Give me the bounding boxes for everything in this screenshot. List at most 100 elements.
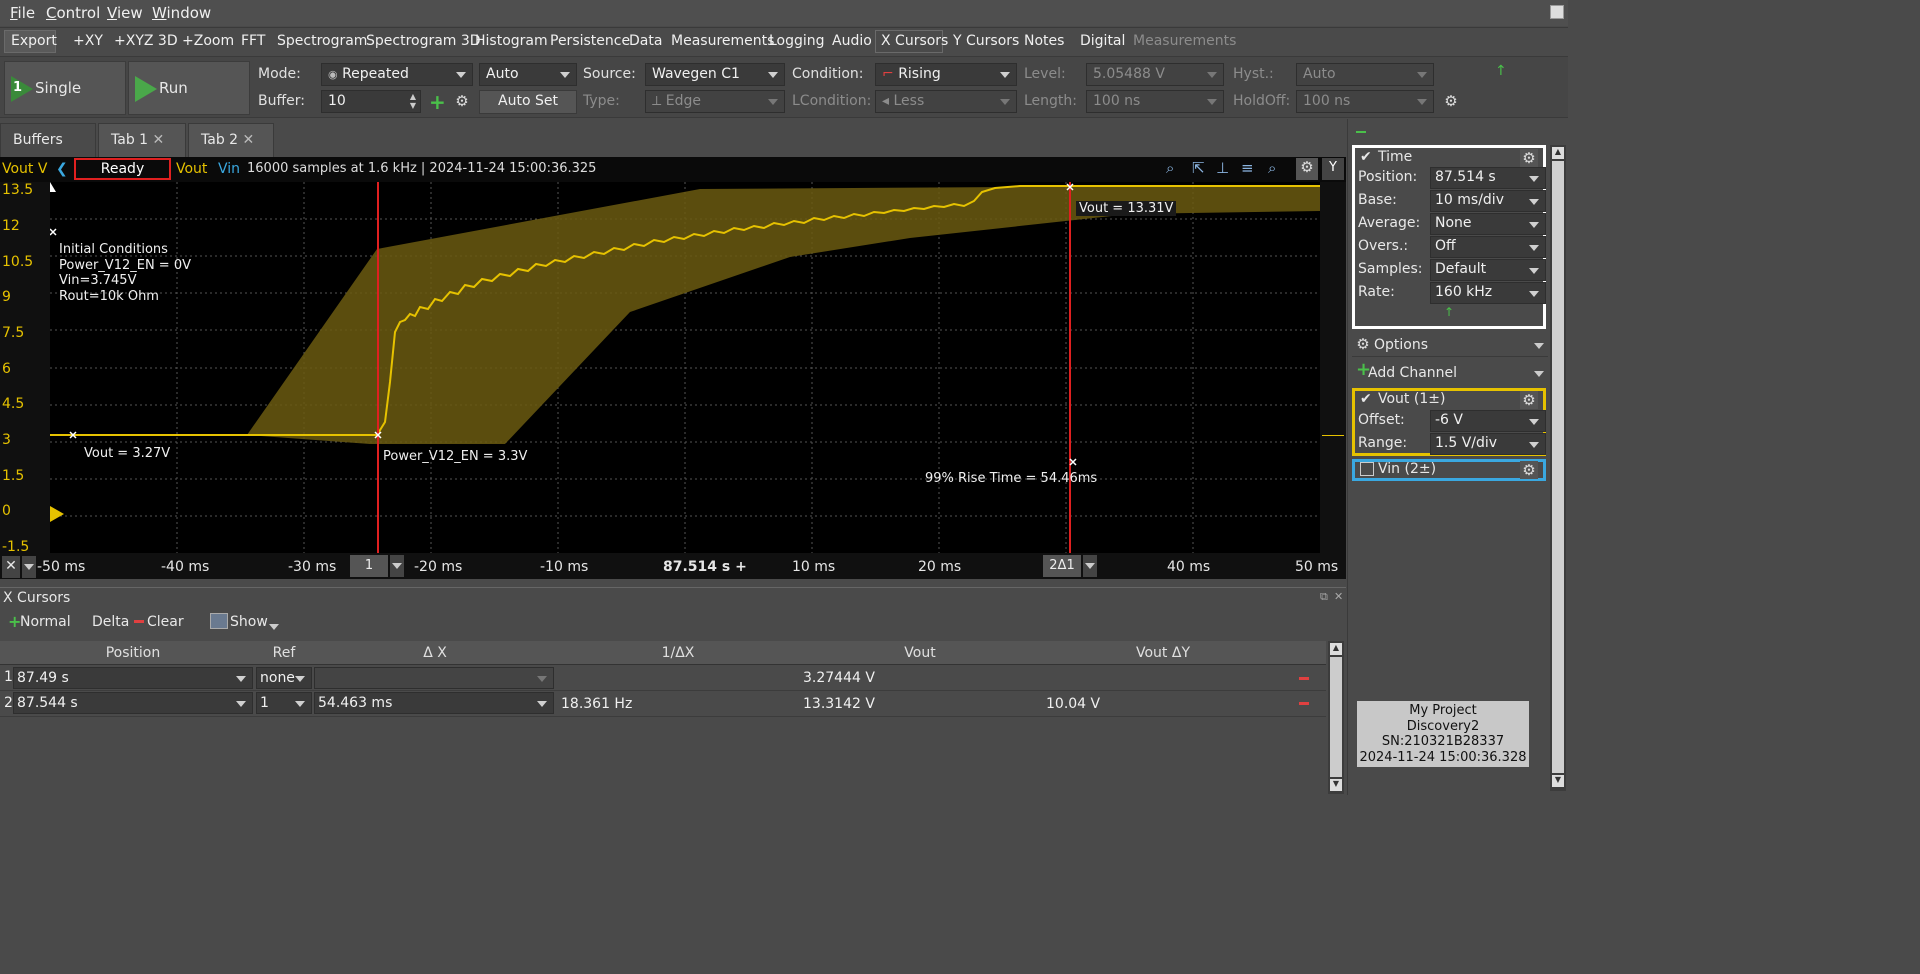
tab-1-close-icon[interactable]: ✕ bbox=[153, 132, 165, 148]
inst-persistence[interactable]: Persistence bbox=[550, 33, 630, 49]
time-samples-select[interactable]: Default bbox=[1430, 259, 1546, 281]
x-axis-close-icon[interactable]: ✕ bbox=[2, 556, 20, 578]
collapse-arrow-icon[interactable]: ↑ bbox=[1495, 63, 1507, 79]
scroll-up-icon[interactable]: ▲ bbox=[1330, 643, 1342, 655]
tab-2-close-icon[interactable]: ✕ bbox=[243, 132, 255, 148]
inst-y-cursors[interactable]: Y Cursors bbox=[953, 33, 1019, 49]
row-1-delta-x-input[interactable] bbox=[314, 667, 554, 689]
cursor-1-dropdown[interactable] bbox=[390, 555, 404, 577]
vout-gear-icon[interactable]: ⚙ bbox=[1520, 391, 1538, 409]
run-button[interactable]: Run bbox=[128, 61, 250, 115]
menu-window[interactable]: Window bbox=[152, 4, 211, 22]
row-1-remove-icon[interactable] bbox=[1299, 677, 1309, 680]
lines-tool-icon[interactable]: ≡ bbox=[1241, 159, 1254, 177]
show-dropdown-arrow-icon[interactable] bbox=[269, 624, 279, 630]
time-position-input[interactable]: 87.514 s bbox=[1430, 167, 1546, 189]
collapse-left-icon[interactable]: ❮ bbox=[56, 161, 68, 177]
vout-offset-marker-icon[interactable] bbox=[50, 506, 64, 522]
row-2-delta-x-input[interactable]: 54.463 ms bbox=[314, 692, 554, 714]
inst-spectrogram[interactable]: Spectrogram bbox=[277, 33, 367, 49]
menu-view[interactable]: View bbox=[107, 4, 143, 22]
inst-x-cursors[interactable]: X Cursors bbox=[881, 33, 948, 49]
panel-scroll-thumb[interactable] bbox=[1552, 161, 1564, 773]
x-axis-menu-button[interactable] bbox=[22, 556, 36, 578]
tab-1[interactable]: Tab 1 ✕ bbox=[98, 123, 186, 157]
zoom-icon[interactable]: ⌕ bbox=[1268, 159, 1276, 177]
source-select[interactable]: Wavegen C1 bbox=[645, 63, 785, 86]
table-scrollbar[interactable]: ▲ ▼ bbox=[1328, 641, 1344, 794]
x-tick-center[interactable]: 87.514 s + bbox=[663, 559, 747, 575]
align-tool-icon[interactable]: ⊥ bbox=[1216, 159, 1229, 177]
lcondition-select[interactable]: ◂ Less bbox=[875, 90, 1017, 113]
add-buffer-icon[interactable]: + bbox=[429, 90, 446, 114]
buffer-settings-gear-icon[interactable]: ⚙ bbox=[453, 92, 471, 110]
vin-checkbox[interactable] bbox=[1360, 462, 1374, 476]
inst-spectrogram-3d[interactable]: Spectrogram 3D bbox=[366, 33, 481, 49]
inst-xyz3d[interactable]: +XYZ 3D bbox=[114, 33, 178, 49]
vout-check-icon[interactable]: ✔ bbox=[1360, 391, 1372, 407]
row-1-ref-select[interactable]: none bbox=[256, 667, 312, 689]
note-power-en[interactable]: Power_V12_EN = 3.3V bbox=[383, 449, 527, 464]
col-position[interactable]: Position bbox=[12, 645, 254, 661]
inst-notes[interactable]: Notes bbox=[1024, 33, 1064, 49]
time-collapse-icon[interactable]: ↑ bbox=[1444, 305, 1454, 319]
inst-xy[interactable]: +XY bbox=[73, 33, 103, 49]
vin-gear-icon[interactable]: ⚙ bbox=[1520, 461, 1538, 479]
inst-histogram[interactable]: Histogram bbox=[475, 33, 548, 49]
trigger-level-marker[interactable] bbox=[1322, 435, 1344, 436]
inst-measurements[interactable]: Measurements bbox=[671, 33, 774, 49]
inst-zoom[interactable]: +Zoom bbox=[182, 33, 234, 49]
vout-range-select[interactable]: 1.5 V/div bbox=[1430, 433, 1546, 455]
scroll-thumb[interactable] bbox=[1330, 657, 1342, 777]
waveform-plot[interactable]: Initial Conditions Power_V12_EN = 0V Vin… bbox=[50, 182, 1320, 553]
menu-control[interactable]: Control bbox=[46, 4, 100, 22]
condition-select[interactable]: ⌐ Rising bbox=[875, 63, 1017, 86]
note-vout-end[interactable]: Vout = 13.31V bbox=[1076, 201, 1177, 216]
panel-minimize-icon[interactable] bbox=[1356, 131, 1366, 133]
inst-audio[interactable]: Audio bbox=[832, 33, 872, 49]
auto-set-button[interactable]: Auto Set bbox=[479, 90, 577, 114]
mode-select[interactable]: ◉ Repeated bbox=[321, 63, 473, 86]
note-rise-time[interactable]: 99% Rise Time = 54.46ms bbox=[925, 471, 1097, 486]
hyst-input[interactable]: Auto bbox=[1296, 63, 1434, 86]
panel-scroll-up-icon[interactable]: ▲ bbox=[1552, 147, 1564, 159]
scroll-down-icon[interactable]: ▼ bbox=[1330, 779, 1342, 791]
options-expand-icon[interactable] bbox=[1534, 343, 1544, 349]
window-restore-icon[interactable] bbox=[1550, 5, 1564, 19]
plot-settings-gear-icon[interactable]: ⚙ bbox=[1296, 158, 1318, 180]
clear-icon[interactable] bbox=[134, 620, 144, 623]
col-delta-x[interactable]: Δ X bbox=[314, 645, 556, 661]
row-2-position-input[interactable]: 87.544 s bbox=[13, 692, 253, 714]
inst-digital[interactable]: Digital bbox=[1080, 33, 1125, 49]
time-gear-icon[interactable]: ⚙ bbox=[1520, 149, 1538, 167]
level-input[interactable]: 5.05488 V bbox=[1086, 63, 1224, 86]
show-button[interactable]: Show bbox=[230, 614, 268, 630]
col-ref[interactable]: Ref bbox=[256, 645, 312, 661]
trigger-mode-select[interactable]: Auto bbox=[479, 63, 577, 86]
cursor-2-handle[interactable]: 2Δ1 bbox=[1043, 555, 1081, 577]
legend-vin[interactable]: Vin bbox=[218, 161, 240, 177]
time-average-select[interactable]: None bbox=[1430, 213, 1546, 235]
clear-button[interactable]: Clear bbox=[147, 614, 184, 630]
menu-file[interactable]: File bbox=[10, 4, 35, 22]
panel-close-icon[interactable]: ✕ bbox=[1334, 590, 1343, 603]
trigger-settings-gear-icon[interactable]: ⚙ bbox=[1442, 92, 1460, 110]
type-select[interactable]: ⟂ Edge bbox=[645, 90, 785, 113]
cursor-2-dropdown[interactable] bbox=[1083, 555, 1097, 577]
y-toggle-button[interactable]: Y bbox=[1322, 158, 1344, 180]
time-check-icon[interactable]: ✔ bbox=[1360, 149, 1372, 165]
note-initial-conditions[interactable]: Initial Conditions Power_V12_EN = 0V Vin… bbox=[59, 242, 191, 304]
tab-buffers[interactable]: Buffers bbox=[0, 123, 96, 157]
holdoff-input[interactable]: 100 ns bbox=[1296, 90, 1434, 113]
single-button[interactable]: 1 Single bbox=[4, 61, 126, 115]
inst-data[interactable]: Data bbox=[629, 33, 662, 49]
legend-vout[interactable]: Vout bbox=[176, 161, 207, 177]
col-vout[interactable]: Vout bbox=[800, 645, 1040, 661]
row-2-remove-icon[interactable] bbox=[1299, 702, 1309, 705]
delta-button[interactable]: Delta bbox=[92, 614, 129, 630]
row-1-position-input[interactable]: 87.49 s bbox=[13, 667, 253, 689]
vout-offset-input[interactable]: -6 V bbox=[1430, 410, 1546, 432]
tab-2[interactable]: Tab 2 ✕ bbox=[188, 123, 274, 157]
buffer-spinbox[interactable]: 10 ▲ ▼ bbox=[321, 90, 421, 113]
time-rate-select[interactable]: 160 kHz bbox=[1430, 282, 1546, 304]
